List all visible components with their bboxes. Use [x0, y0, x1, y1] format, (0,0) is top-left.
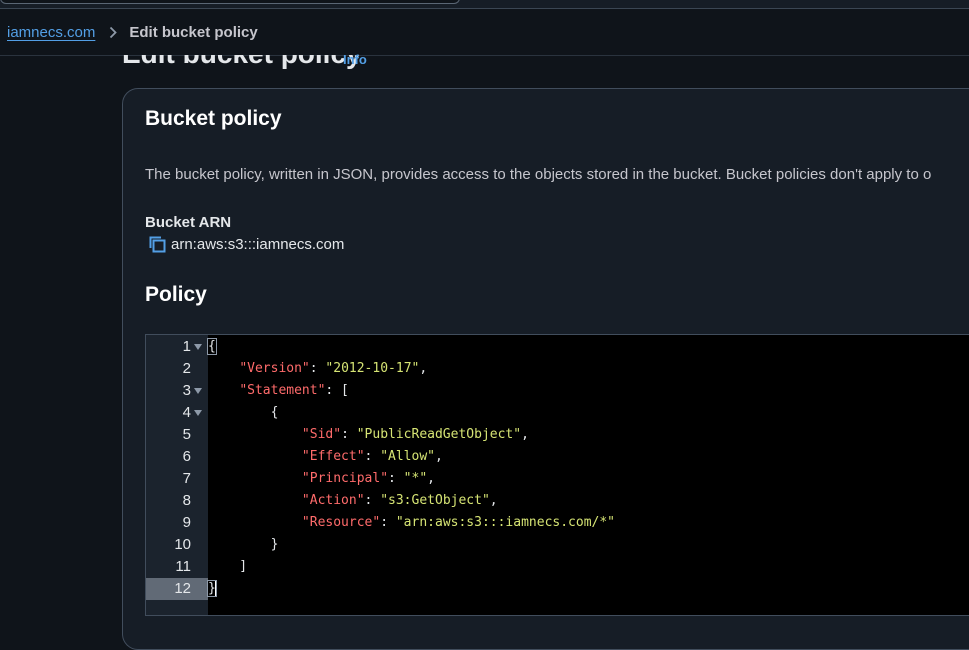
line-number: 11 [175, 558, 191, 575]
code-text: { [208, 402, 279, 424]
breadcrumb: iamnecs.com Edit bucket policy [0, 9, 969, 56]
bucket-arn-value: arn:aws:s3:::iamnecs.com [171, 236, 345, 253]
code-text: "Resource": "arn:aws:s3:::iamnecs.com/*" [208, 512, 615, 534]
code-line[interactable]: 4 { [146, 402, 969, 424]
breadcrumb-bucket-link[interactable]: iamnecs.com [7, 24, 95, 41]
line-number: 4 [182, 404, 191, 421]
code-text: "Statement": [ [208, 380, 349, 402]
policy-label: Policy [145, 283, 207, 306]
code-line[interactable]: 9 "Resource": "arn:aws:s3:::iamnecs.com/… [146, 512, 969, 534]
chevron-right-icon [109, 26, 118, 39]
code-text: "Principal": "*", [208, 468, 435, 490]
policy-code-editor[interactable]: 1{2 "Version": "2012-10-17", 3 "Statement… [145, 334, 969, 616]
json-punctuation: , [489, 493, 498, 508]
code-text: "Sid": "PublicReadGetObject", [208, 424, 529, 446]
code-text: { [207, 336, 217, 358]
breadcrumb-current: Edit bucket policy [129, 23, 258, 41]
code-line[interactable]: 6 "Effect": "Allow", [146, 446, 969, 468]
json-punctuation: { [208, 405, 279, 420]
json-key: "Effect" [301, 449, 365, 464]
line-number: 10 [174, 536, 191, 553]
json-key: "Principal" [301, 471, 389, 486]
code-text: "Effect": "Allow", [208, 446, 443, 468]
line-number: 2 [182, 360, 191, 377]
json-punctuation: ] [208, 559, 248, 574]
json-punctuation: : [ [325, 383, 349, 398]
code-line[interactable]: 3 "Statement": [ [146, 380, 969, 402]
code-text: "Action": "s3:GetObject", [208, 490, 498, 512]
json-key: "Statement" [239, 383, 326, 398]
search-bar-edge[interactable] [0, 0, 460, 4]
code-line[interactable]: 7 "Principal": "*", [146, 468, 969, 490]
panel-description: The bucket policy, written in JSON, prov… [145, 166, 932, 183]
line-number: 3 [182, 382, 191, 399]
line-number: 5 [182, 426, 191, 443]
panel-title: Bucket policy [145, 107, 282, 130]
fold-arrow-icon[interactable] [194, 388, 202, 394]
code-line[interactable]: 8 "Action": "s3:GetObject", [146, 490, 969, 512]
code-line[interactable]: 12} [146, 578, 969, 600]
code-line[interactable]: 5 "Sid": "PublicReadGetObject", [146, 424, 969, 446]
code-text: ] [208, 556, 247, 578]
json-punctuation [208, 383, 239, 398]
json-punctuation: , [521, 427, 529, 442]
json-string: "2012-10-17" [325, 361, 420, 376]
code-line[interactable]: 10 } [146, 534, 969, 556]
json-string: "PublicReadGetObject" [356, 427, 522, 442]
json-punctuation [208, 515, 302, 530]
json-string: "*" [403, 471, 428, 486]
json-punctuation: : [364, 493, 381, 508]
json-punctuation [208, 471, 302, 486]
json-punctuation: , [419, 361, 428, 376]
copy-icon[interactable] [148, 235, 167, 254]
fold-arrow-icon[interactable] [194, 410, 202, 416]
code-line[interactable]: 11 ] [146, 556, 969, 578]
json-string: "arn:aws:s3:::iamnecs.com/*" [395, 515, 616, 530]
json-punctuation: , [435, 449, 443, 464]
code-line[interactable]: 1{ [146, 336, 969, 358]
json-punctuation [208, 427, 302, 442]
json-key: "Action" [301, 493, 365, 508]
json-key: "Resource" [301, 515, 381, 530]
json-punctuation: : [380, 515, 396, 530]
code-text: "Version": "2012-10-17", [208, 358, 427, 380]
json-key: "Sid" [301, 427, 342, 442]
line-number: 9 [182, 514, 191, 531]
json-punctuation [208, 493, 302, 508]
json-punctuation: : [388, 471, 404, 486]
json-string: "Allow" [380, 449, 435, 464]
json-punctuation [208, 449, 302, 464]
json-punctuation: { [207, 338, 217, 355]
bucket-arn-label: Bucket ARN [145, 214, 232, 231]
bucket-arn-row: arn:aws:s3:::iamnecs.com [148, 235, 344, 254]
json-punctuation: , [427, 471, 435, 486]
line-number: 8 [182, 492, 191, 509]
json-punctuation [208, 361, 239, 376]
text-cursor [214, 580, 216, 597]
json-punctuation: } [208, 537, 279, 552]
json-string: "s3:GetObject" [380, 493, 490, 508]
json-punctuation: : [309, 361, 326, 376]
code-line[interactable]: 2 "Version": "2012-10-17", [146, 358, 969, 380]
line-number: 7 [182, 470, 191, 487]
json-key: "Version" [239, 361, 310, 376]
info-link[interactable]: Info [343, 52, 367, 67]
line-number: 1 [182, 338, 191, 355]
fold-arrow-icon[interactable] [194, 344, 202, 350]
top-navigation-bar [0, 0, 969, 9]
json-punctuation: : [364, 449, 381, 464]
line-number: 12 [146, 578, 208, 600]
line-number: 6 [182, 448, 191, 465]
code-text: } [208, 534, 279, 556]
json-punctuation: : [341, 427, 357, 442]
code-text: } [207, 578, 217, 600]
